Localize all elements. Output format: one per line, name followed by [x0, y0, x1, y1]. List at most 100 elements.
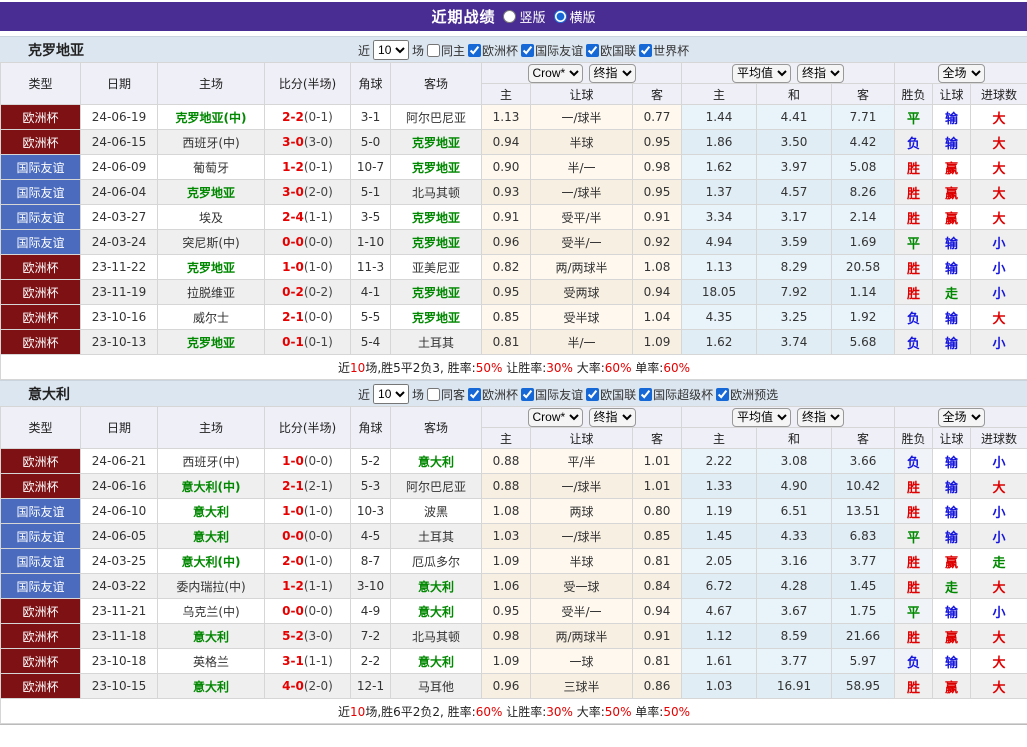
- avg-stage-select[interactable]: 终指: [797, 407, 844, 427]
- odds-home: 0.96: [481, 229, 531, 255]
- league-checkbox[interactable]: [521, 387, 535, 401]
- result-handicap: 赢: [932, 623, 972, 649]
- layout-vertical-radio[interactable]: [503, 10, 517, 23]
- summary-segment: 让胜率:: [502, 360, 547, 375]
- league-checkbox[interactable]: [468, 43, 482, 57]
- layout-horizontal-option[interactable]: 横版: [553, 7, 596, 26]
- odds-home: 0.93: [481, 179, 531, 205]
- odds-away: 0.95: [632, 129, 682, 155]
- same-venue-checkbox-label: 同客: [441, 387, 466, 402]
- league-checkbox[interactable]: [521, 43, 535, 57]
- league-checkbox-option[interactable]: 欧国联: [586, 42, 636, 59]
- league-checkbox[interactable]: [468, 387, 482, 401]
- league-checkbox-option[interactable]: 国际友谊: [521, 386, 583, 403]
- result-handicap: 输: [932, 473, 972, 499]
- league-checkbox-option[interactable]: 欧国联: [586, 386, 636, 403]
- match-row: 国际友谊 24-06-10 意大利 1-0(1-0) 10-3 波黑 1.08 两球 0.80 1…: [0, 498, 1027, 524]
- result-outcome-value: 负: [907, 336, 921, 352]
- recent-count-select[interactable]: 10: [373, 40, 410, 60]
- league-checkbox[interactable]: [586, 387, 600, 401]
- odds-source-select[interactable]: Crow*: [527, 407, 583, 427]
- avg-home: 3.34: [681, 204, 757, 230]
- league-checkbox[interactable]: [716, 387, 730, 401]
- match-row: 国际友谊 24-06-05 意大利 0-0(0-0) 4-5 土耳其 1.03 一/球半 0.8…: [0, 523, 1027, 549]
- score: 1-2(0-1): [264, 154, 351, 180]
- result-outcome-value: 平: [907, 111, 921, 127]
- league-checkbox-option[interactable]: 欧洲杯: [468, 42, 518, 59]
- fulltime-score: 1-2: [282, 160, 304, 174]
- result-handicap-value: 输: [945, 111, 959, 127]
- home-team: 克罗地亚: [157, 179, 265, 205]
- layout-horizontal-radio[interactable]: [553, 10, 567, 23]
- avg-away: 3.77: [830, 548, 896, 574]
- recent-count-select[interactable]: 10: [373, 384, 410, 404]
- league-checkbox[interactable]: [586, 43, 600, 57]
- odds-source-select[interactable]: Crow*: [527, 63, 583, 83]
- column-header: 主: [681, 83, 757, 105]
- team-name: 意大利: [28, 386, 70, 403]
- league-checkbox-label: 欧洲杯: [482, 43, 519, 58]
- layout-vertical-option[interactable]: 竖版: [503, 7, 546, 26]
- match-date: 24-06-09: [80, 154, 158, 180]
- match-row: 欧洲杯 23-10-13 克罗地亚 0-1(0-1) 5-4 土耳其 0.81 半/一 1.09…: [0, 329, 1027, 355]
- odds-away: 0.85: [632, 523, 682, 549]
- title-bar: 近期战绩 竖版 横版: [0, 2, 1027, 31]
- halftime-score: (1-0): [303, 554, 333, 568]
- league-checkbox-label: 世界杯: [653, 43, 690, 58]
- odds-stage-select[interactable]: 终指: [588, 63, 636, 83]
- column-header: 客: [632, 427, 682, 449]
- away-team: 亚美尼亚: [390, 254, 482, 280]
- result-goals-value: 大: [992, 211, 1006, 227]
- avg-draw: 3.17: [756, 204, 832, 230]
- corner-count: 4-9: [350, 598, 391, 624]
- league-checkbox-label: 欧洲预选: [730, 387, 779, 402]
- league-checkbox-option[interactable]: 欧洲预选: [716, 386, 778, 403]
- scope-select[interactable]: 全场: [937, 63, 985, 83]
- section-summary: 近10场,胜5平2负3, 胜率:50% 让胜率:30% 大率:60% 单率:60…: [0, 354, 1027, 380]
- avg-away: 1.14: [830, 279, 896, 305]
- result-goals: 大: [970, 204, 1027, 230]
- league-checkbox[interactable]: [639, 43, 653, 57]
- result-goals: 小: [970, 448, 1027, 474]
- match-date: 24-03-27: [80, 204, 158, 230]
- result-outcome-value: 负: [907, 455, 921, 471]
- summary-segment: 近: [338, 704, 351, 719]
- match-date: 23-11-21: [80, 598, 158, 624]
- column-header: 客场: [390, 62, 482, 105]
- avg-source-select[interactable]: 平均值: [732, 63, 791, 83]
- match-type: 欧洲杯: [0, 623, 81, 649]
- avg-home: 1.12: [681, 623, 757, 649]
- league-checkbox[interactable]: [639, 387, 653, 401]
- match-type: 欧洲杯: [0, 304, 81, 330]
- league-checkbox-option[interactable]: 欧洲杯: [468, 386, 518, 403]
- odds-away: 0.86: [632, 673, 682, 699]
- odds-away: 1.01: [632, 448, 682, 474]
- result-goals-value: 小: [992, 336, 1006, 352]
- avg-source-select[interactable]: 平均值: [732, 407, 791, 427]
- league-checkbox-option[interactable]: 国际超级杯: [639, 386, 713, 403]
- odds-stage-select[interactable]: 终指: [588, 407, 636, 427]
- avg-home: 1.19: [681, 498, 757, 524]
- score: 2-4(1-1): [264, 204, 351, 230]
- scope-select[interactable]: 全场: [937, 407, 985, 427]
- same-venue-checkbox-option[interactable]: 同客: [427, 386, 465, 403]
- summary-segment: 让胜率:: [502, 704, 547, 719]
- same-venue-checkbox[interactable]: [427, 43, 441, 57]
- league-checkbox-option[interactable]: 世界杯: [639, 42, 689, 59]
- same-venue-checkbox-option[interactable]: 同主: [427, 42, 465, 59]
- league-checkbox-option[interactable]: 国际友谊: [521, 42, 583, 59]
- same-venue-checkbox[interactable]: [427, 387, 441, 401]
- fulltime-score: 2-4: [282, 210, 304, 224]
- result-outcome: 负: [894, 448, 934, 474]
- summary-segment: 场,胜6平2负2, 胜率:: [365, 704, 476, 719]
- result-outcome-value: 胜: [907, 630, 921, 646]
- odds-home: 0.95: [481, 279, 531, 305]
- result-outcome-value: 胜: [907, 211, 921, 227]
- avg-away: 4.42: [830, 129, 896, 155]
- odds-away: 0.80: [632, 498, 682, 524]
- odds-away: 1.01: [632, 473, 682, 499]
- result-goals-value: 小: [992, 261, 1006, 277]
- same-venue-checkbox-label: 同主: [441, 43, 466, 58]
- summary-segment: 大率:: [572, 704, 605, 719]
- avg-stage-select[interactable]: 终指: [797, 63, 844, 83]
